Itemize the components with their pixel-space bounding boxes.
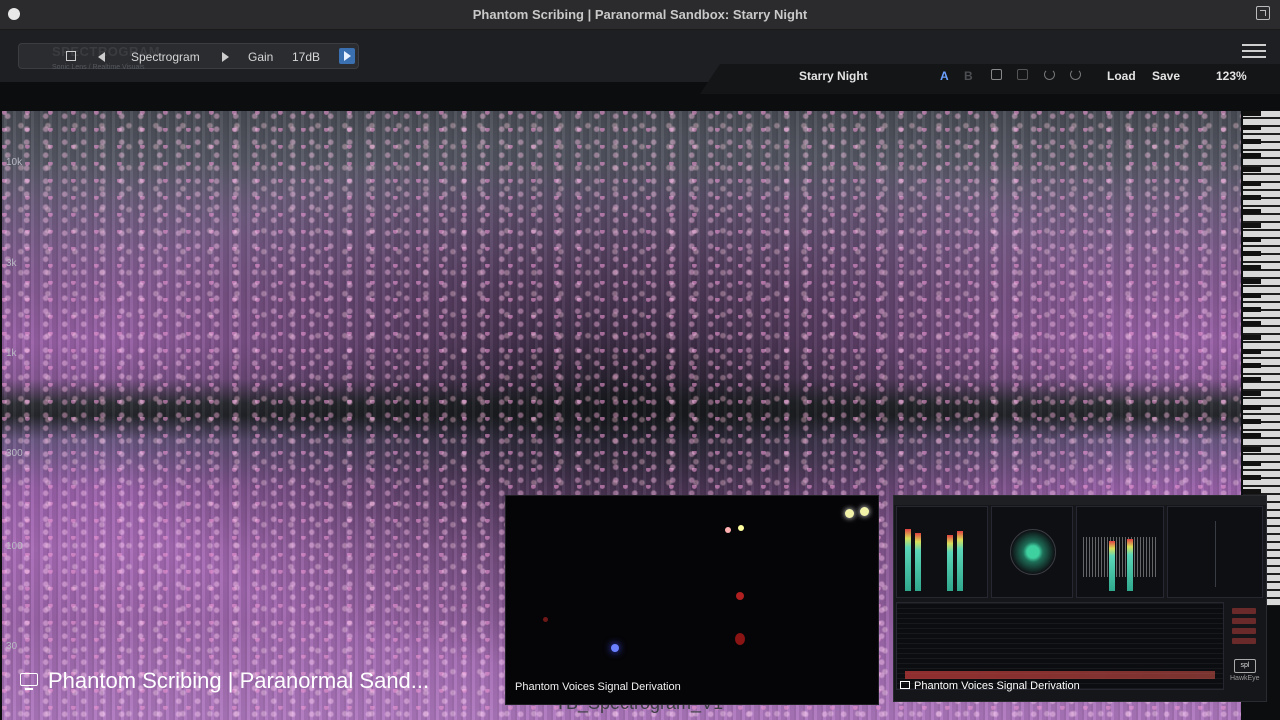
- level-meter: [947, 535, 953, 591]
- vectorscope: [1010, 529, 1056, 575]
- hawkeye-button[interactable]: [1232, 628, 1256, 634]
- video-overlay-1[interactable]: Phantom Voices Signal Derivation: [505, 495, 879, 705]
- undo-icon[interactable]: [1044, 69, 1055, 80]
- level-meter: [1109, 541, 1115, 591]
- light-dot: [725, 527, 731, 533]
- plugin-logo-sub: Sonic Lens / Realtime Visuals: [52, 64, 145, 71]
- freq-label: 1k: [6, 348, 17, 359]
- video-overlay-2[interactable]: spl HawkEye Phantom Voices Signal Deriva…: [893, 495, 1267, 702]
- phase-axis: [1215, 521, 1216, 587]
- ab-b-button[interactable]: B: [964, 69, 973, 83]
- light-dot: [611, 644, 619, 652]
- level-meter: [915, 533, 921, 591]
- redo-icon[interactable]: [1070, 69, 1081, 80]
- window-title: Phantom Scribing | Paranormal Sandbox: S…: [472, 7, 808, 22]
- hawkeye-correlation-panel: [1076, 506, 1164, 598]
- video2-caption-text: Phantom Voices Signal Derivation: [914, 680, 1080, 692]
- light-dot: [845, 509, 854, 518]
- light-dot: [543, 617, 548, 622]
- freq-label: 300: [6, 448, 23, 459]
- hawkeye-button[interactable]: [1232, 638, 1256, 644]
- play-icon[interactable]: [339, 48, 355, 64]
- noise-display: [1083, 537, 1157, 577]
- menu-icon[interactable]: [1242, 44, 1266, 58]
- next-icon[interactable]: [222, 52, 229, 62]
- hawkeye-button[interactable]: [1232, 618, 1256, 624]
- light-dot: [735, 633, 745, 645]
- level-meter: [905, 529, 911, 591]
- freq-label: 10k: [6, 157, 23, 168]
- main-window-caption-text: Phantom Scribing | Paranormal Sand...: [48, 668, 430, 693]
- video2-caption: Phantom Voices Signal Derivation: [900, 680, 1080, 692]
- light-dot: [736, 592, 744, 600]
- freq-label: 3k: [6, 258, 17, 269]
- level-meter: [957, 531, 963, 591]
- preset-name[interactable]: Starry Night: [799, 69, 868, 83]
- view-mode-button[interactable]: Spectrogram: [131, 50, 200, 64]
- hawkeye-history: [896, 602, 1224, 690]
- hawkeye-side-controls: spl HawkEye: [1228, 602, 1262, 690]
- history-trace: [905, 671, 1215, 679]
- crop-icon[interactable]: [66, 51, 76, 61]
- gain-value[interactable]: 17dB: [292, 50, 320, 64]
- gain-label: Gain: [248, 50, 274, 64]
- hawkeye-level-panel: [896, 506, 988, 598]
- hawkeye-brand: HawkEye: [1230, 675, 1260, 682]
- zoom-level[interactable]: 123%: [1216, 69, 1247, 83]
- fullscreen-icon[interactable]: [1256, 6, 1270, 20]
- main-window-caption: Phantom Scribing | Paranormal Sand...: [20, 668, 429, 694]
- light-dot: [860, 507, 869, 516]
- save-button[interactable]: Save: [1152, 69, 1180, 83]
- plugin-header-right: [700, 64, 1280, 94]
- spl-logo: spl: [1234, 659, 1256, 673]
- hawkeye-phase-panel: [1167, 506, 1263, 598]
- copy-icon[interactable]: [991, 69, 1002, 80]
- light-dot: [738, 525, 744, 531]
- level-meter: [1127, 539, 1133, 591]
- monitor-icon: [900, 681, 910, 689]
- ab-a-button[interactable]: A: [940, 69, 949, 83]
- video1-caption: Phantom Voices Signal Derivation: [515, 681, 681, 693]
- paste-icon[interactable]: [1017, 69, 1028, 80]
- hawkeye-button[interactable]: [1232, 608, 1256, 614]
- freq-label: 30: [6, 641, 18, 652]
- load-button[interactable]: Load: [1107, 69, 1136, 83]
- monitor-icon: [20, 673, 38, 690]
- prev-icon[interactable]: [98, 52, 105, 62]
- hawkeye-scope-panel: [991, 506, 1073, 598]
- window-titlebar: Phantom Scribing | Paranormal Sandbox: S…: [0, 0, 1280, 30]
- hawkeye-topbar: [894, 496, 1266, 505]
- freq-label: 100: [6, 541, 23, 552]
